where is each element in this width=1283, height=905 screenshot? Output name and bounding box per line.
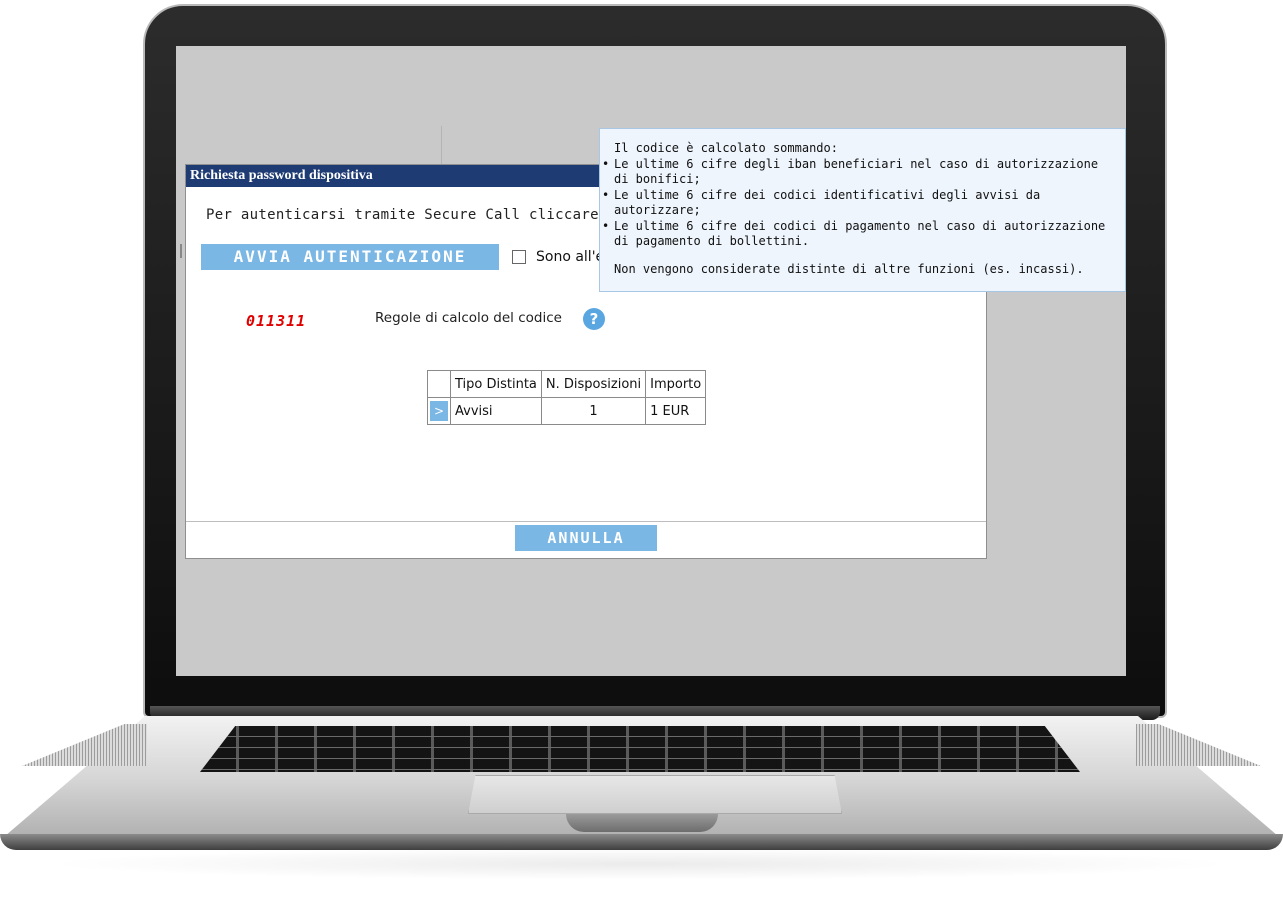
tooltip-item-iban: Le ultime 6 cifre degli iban beneficiari… — [602, 157, 1111, 188]
table-header-row: Tipo Distinta N. Disposizioni Importo — [427, 370, 707, 398]
tooltip-item-avvisi: Le ultime 6 cifre dei codici identificat… — [602, 188, 1111, 219]
cell-importo: 1 EUR — [645, 397, 707, 425]
cell-tipo: Avvisi — [450, 397, 542, 425]
abroad-checkbox[interactable] — [512, 250, 526, 264]
secure-code-value: 011311 — [246, 312, 307, 330]
chevron-right-icon[interactable]: > — [430, 401, 448, 421]
row-expand-cell: > — [427, 397, 451, 425]
code-rules-label: Regole di calcolo del codice — [375, 310, 562, 326]
start-authentication-button[interactable]: AVVIA AUTENTICAZIONE — [201, 244, 499, 270]
trackpad — [468, 775, 842, 814]
distinte-table: Tipo Distinta N. Disposizioni Importo > … — [427, 370, 707, 425]
table-header-importo: Importo — [645, 370, 707, 398]
laptop-front-notch — [566, 814, 718, 832]
background-mark — [180, 244, 182, 258]
code-rules-tooltip: Il codice è calcolato sommando: Le ultim… — [599, 128, 1126, 292]
question-circle-icon[interactable]: ? — [583, 308, 605, 330]
table-header-tipo: Tipo Distinta — [450, 370, 542, 398]
left-speaker-grille — [22, 724, 147, 766]
keyboard-rows — [200, 726, 1080, 772]
tooltip-intro: Il codice è calcolato sommando: — [614, 141, 838, 155]
laptop-screen: Richiesta password dispositiva Per auten… — [176, 46, 1126, 676]
table-header-select — [427, 370, 451, 398]
footer-divider — [186, 521, 986, 522]
intro-text: Per autenticarsi tramite Secure Call cli… — [206, 207, 617, 223]
laptop-base — [0, 834, 1283, 850]
table-header-disposizioni: N. Disposizioni — [540, 370, 647, 398]
cell-disposizioni: 1 — [540, 397, 647, 425]
laptop-shadow — [40, 848, 1240, 880]
right-speaker-grille — [1136, 724, 1261, 766]
tooltip-note: Non vengono considerate distinte di altr… — [614, 261, 1084, 276]
cancel-button[interactable]: ANNULLA — [515, 525, 657, 551]
tooltip-list: Le ultime 6 cifre degli iban beneficiari… — [602, 157, 1111, 250]
tooltip-item-bollettini: Le ultime 6 cifre dei codici di pagament… — [602, 219, 1111, 250]
table-row: > Avvisi 1 1 EUR — [427, 397, 707, 425]
